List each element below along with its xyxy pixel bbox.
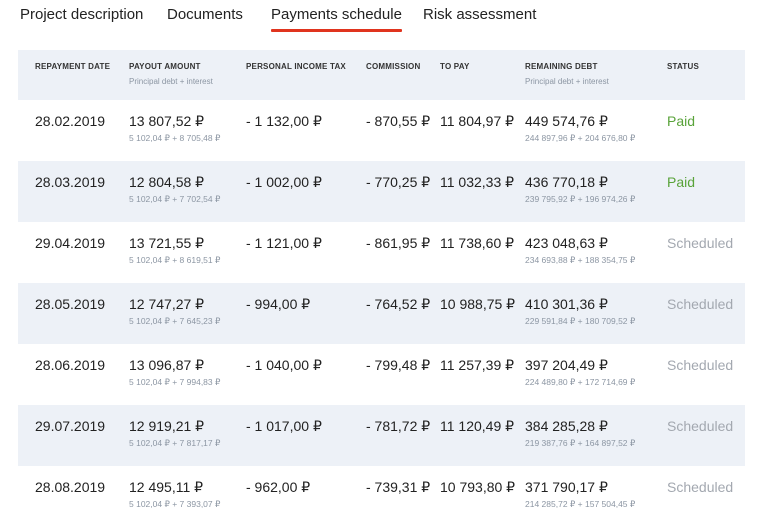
personal-income-tax: - 1 002,00 ₽	[246, 174, 322, 190]
remaining-debt: 397 204,49 ₽224 489,80 ₽ + 172 714,69 ₽	[525, 357, 636, 387]
header-remaining-debt-sub: Principal debt + interest	[525, 77, 609, 86]
remaining-debt-detail: 234 693,88 ₽ + 188 354,75 ₽	[525, 255, 636, 265]
tab-project-description[interactable]: Project description	[20, 6, 143, 24]
remaining-debt: 449 574,76 ₽244 897,96 ₽ + 204 676,80 ₽	[525, 113, 636, 143]
commission: - 764,52 ₽	[366, 296, 431, 312]
tab-risk-assessment[interactable]: Risk assessment	[423, 6, 536, 24]
remaining-debt: 436 770,18 ₽239 795,92 ₽ + 196 974,26 ₽	[525, 174, 636, 204]
payout-amount: 12 747,27 ₽5 102,04 ₽ + 7 645,23 ₽	[129, 296, 221, 326]
table-row: 28.02.2019 13 807,52 ₽5 102,04 ₽ + 8 705…	[18, 100, 745, 161]
remaining-debt-detail: 239 795,92 ₽ + 196 974,26 ₽	[525, 194, 636, 204]
active-tab-indicator	[271, 29, 402, 32]
personal-income-tax: - 994,00 ₽	[246, 296, 311, 312]
tab-documents[interactable]: Documents	[167, 6, 243, 24]
header-personal-income-tax: PERSONAL INCOME TAX	[246, 62, 346, 71]
payout-amount: 13 721,55 ₽5 102,04 ₽ + 8 619,51 ₽	[129, 235, 221, 265]
table-row: 29.04.2019 13 721,55 ₽5 102,04 ₽ + 8 619…	[18, 222, 745, 283]
to-pay: 10 793,80 ₽	[440, 479, 516, 495]
to-pay: 10 988,75 ₽	[440, 296, 516, 312]
commission: - 799,48 ₽	[366, 357, 431, 373]
remaining-debt-detail: 229 591,84 ₽ + 180 709,52 ₽	[525, 316, 636, 326]
repayment-date: 28.03.2019	[35, 174, 106, 190]
payout-detail: 5 102,04 ₽ + 8 705,48 ₽	[129, 133, 221, 143]
to-pay: 11 032,33 ₽	[440, 174, 515, 190]
to-pay: 11 257,39 ₽	[440, 357, 515, 373]
status-badge: Scheduled	[667, 235, 734, 251]
header-status: STATUS	[667, 62, 700, 71]
tab-label: Risk assessment	[423, 6, 537, 23]
repayment-date: 29.07.2019	[35, 418, 106, 434]
to-pay: 11 120,49 ₽	[440, 418, 515, 434]
payments-schedule-table: REPAYMENT DATE PAYOUT AMOUNT Principal d…	[18, 50, 745, 527]
payout-amount: 12 495,11 ₽5 102,04 ₽ + 7 393,07 ₽	[129, 479, 221, 509]
repayment-date: 29.04.2019	[35, 235, 106, 251]
status-badge: Paid	[667, 174, 696, 190]
to-pay: 11 804,97 ₽	[440, 113, 515, 129]
payout-amount: 12 919,21 ₽5 102,04 ₽ + 7 817,17 ₽	[129, 418, 221, 448]
remaining-debt-detail: 244 897,96 ₽ + 204 676,80 ₽	[525, 133, 636, 143]
table-row: 28.06.2019 13 096,87 ₽5 102,04 ₽ + 7 994…	[18, 344, 745, 405]
status-badge: Paid	[667, 113, 696, 129]
repayment-date: 28.06.2019	[35, 357, 106, 373]
header-payout-amount: PAYOUT AMOUNT Principal debt + interest	[129, 62, 213, 86]
payout-detail: 5 102,04 ₽ + 7 645,23 ₽	[129, 316, 221, 326]
commission: - 861,95 ₽	[366, 235, 431, 251]
payout-detail: 5 102,04 ₽ + 7 702,54 ₽	[129, 194, 221, 204]
repayment-date: 28.08.2019	[35, 479, 106, 495]
remaining-debt-detail: 224 489,80 ₽ + 172 714,69 ₽	[525, 377, 636, 387]
tab-payments-schedule[interactable]: Payments schedule	[271, 6, 402, 32]
remaining-debt-detail: 214 285,72 ₽ + 157 504,45 ₽	[525, 499, 636, 509]
tab-label: Documents	[167, 6, 243, 23]
table-row: 28.05.2019 12 747,27 ₽5 102,04 ₽ + 7 645…	[18, 283, 745, 344]
commission: - 870,55 ₽	[366, 113, 431, 129]
table-row: 28.03.2019 12 804,58 ₽5 102,04 ₽ + 7 702…	[18, 161, 745, 222]
payout-detail: 5 102,04 ₽ + 7 393,07 ₽	[129, 499, 221, 509]
header-remaining-debt: REMAINING DEBT Principal debt + interest	[525, 62, 609, 86]
personal-income-tax: - 1 132,00 ₽	[246, 113, 322, 129]
commission: - 781,72 ₽	[366, 418, 431, 434]
remaining-debt: 384 285,28 ₽219 387,76 ₽ + 164 897,52 ₽	[525, 418, 636, 448]
header-commission: COMMISSION	[366, 62, 421, 71]
personal-income-tax: - 1 040,00 ₽	[246, 357, 322, 373]
repayment-date: 28.02.2019	[35, 113, 106, 129]
commission: - 739,31 ₽	[366, 479, 431, 495]
remaining-debt: 423 048,63 ₽234 693,88 ₽ + 188 354,75 ₽	[525, 235, 636, 265]
payout-amount: 13 096,87 ₽5 102,04 ₽ + 7 994,83 ₽	[129, 357, 221, 387]
header-payout-amount-sub: Principal debt + interest	[129, 77, 213, 86]
repayment-date: 28.05.2019	[35, 296, 106, 312]
table-row: 29.07.2019 12 919,21 ₽5 102,04 ₽ + 7 817…	[18, 405, 745, 466]
tab-label: Project description	[20, 6, 144, 23]
table-row: 28.08.2019 12 495,11 ₽5 102,04 ₽ + 7 393…	[18, 466, 745, 527]
status-badge: Scheduled	[667, 296, 734, 312]
payout-detail: 5 102,04 ₽ + 7 994,83 ₽	[129, 377, 221, 387]
status-badge: Scheduled	[667, 357, 734, 373]
table-header: REPAYMENT DATE PAYOUT AMOUNT Principal d…	[18, 50, 745, 100]
payout-detail: 5 102,04 ₽ + 8 619,51 ₽	[129, 255, 221, 265]
personal-income-tax: - 962,00 ₽	[246, 479, 311, 495]
tab-label: Payments schedule	[271, 6, 402, 23]
remaining-debt: 371 790,17 ₽214 285,72 ₽ + 157 504,45 ₽	[525, 479, 636, 509]
status-badge: Scheduled	[667, 479, 734, 495]
to-pay: 11 738,60 ₽	[440, 235, 515, 251]
remaining-debt-detail: 219 387,76 ₽ + 164 897,52 ₽	[525, 438, 636, 448]
personal-income-tax: - 1 017,00 ₽	[246, 418, 322, 434]
payout-amount: 13 807,52 ₽5 102,04 ₽ + 8 705,48 ₽	[129, 113, 221, 143]
header-to-pay: TO PAY	[440, 62, 470, 71]
remaining-debt: 410 301,36 ₽229 591,84 ₽ + 180 709,52 ₽	[525, 296, 636, 326]
tab-bar: Project description Documents Payments s…	[0, 0, 773, 34]
header-repayment-date: REPAYMENT DATE	[35, 62, 111, 71]
status-badge: Scheduled	[667, 418, 734, 434]
personal-income-tax: - 1 121,00 ₽	[246, 235, 322, 251]
payout-amount: 12 804,58 ₽5 102,04 ₽ + 7 702,54 ₽	[129, 174, 221, 204]
payout-detail: 5 102,04 ₽ + 7 817,17 ₽	[129, 438, 221, 448]
commission: - 770,25 ₽	[366, 174, 431, 190]
